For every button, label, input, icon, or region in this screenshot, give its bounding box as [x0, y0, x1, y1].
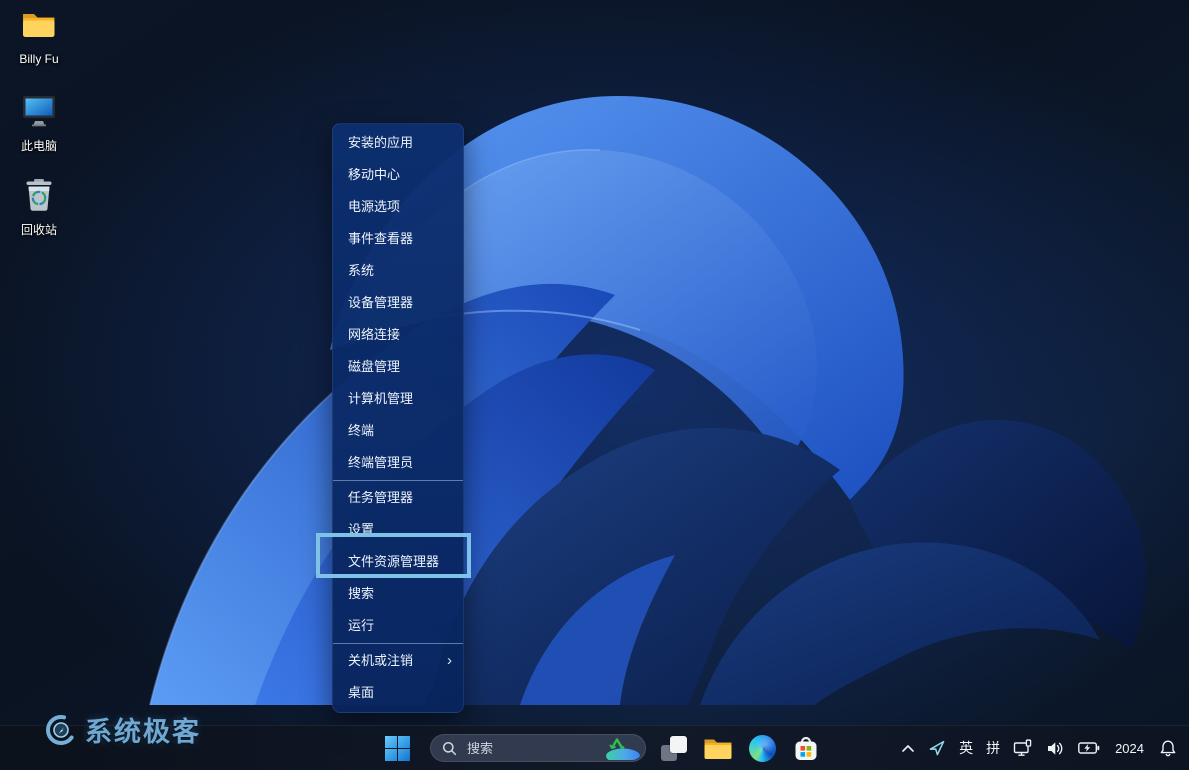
menu-item-network-connections[interactable]: 网络连接 — [333, 319, 463, 351]
taskbar-clock[interactable]: 2024 — [1113, 741, 1146, 756]
folder-icon — [20, 8, 58, 44]
menu-item-settings[interactable]: 设置 — [333, 514, 463, 546]
menu-item-terminal[interactable]: 终端 — [333, 415, 463, 447]
desktop-icon-recycle-bin[interactable]: 回收站 — [6, 177, 72, 238]
location-in-use-icon[interactable] — [928, 739, 946, 757]
menu-separator — [333, 480, 463, 481]
ime-language-indicator[interactable]: 英 — [959, 738, 973, 758]
menu-item-shutdown-signout[interactable]: 关机或注销 › — [333, 645, 463, 677]
chevron-right-icon: › — [447, 645, 452, 677]
menu-item-terminal-admin[interactable]: 终端管理员 — [333, 447, 463, 479]
store-icon — [793, 735, 819, 762]
ime-mode-indicator[interactable]: 拼 — [986, 738, 1000, 758]
menu-item-run[interactable]: 运行 — [333, 610, 463, 642]
search-box[interactable] — [430, 734, 646, 762]
desktop-icon-label: 此电脑 — [6, 137, 72, 154]
desktop-wallpaper — [0, 0, 1189, 770]
menu-item-file-explorer[interactable]: 文件资源管理器 — [333, 546, 463, 578]
network-display-icon[interactable] — [1013, 739, 1033, 757]
windows-logo-icon — [385, 736, 410, 761]
battery-charging-icon[interactable] — [1078, 741, 1100, 755]
winx-quick-link-menu: 安装的应用 移动中心 电源选项 事件查看器 系统 设备管理器 网络连接 磁盘管理… — [332, 123, 464, 713]
menu-item-power-options[interactable]: 电源选项 — [333, 191, 463, 223]
edge-icon — [749, 735, 776, 762]
menu-separator — [333, 643, 463, 644]
watermark-text: 系统极客 — [85, 710, 201, 749]
desktop-icon-label: 回收站 — [6, 221, 72, 238]
search-icon — [442, 741, 457, 756]
task-view-button[interactable] — [658, 732, 690, 764]
notification-bell-icon[interactable] — [1159, 739, 1177, 758]
watermark-logo-icon — [44, 713, 78, 747]
watermark: 系统极客 — [44, 710, 201, 749]
menu-item-installed-apps[interactable]: 安装的应用 — [333, 127, 463, 159]
volume-icon[interactable] — [1046, 740, 1065, 757]
microsoft-store-button[interactable] — [790, 732, 822, 764]
menu-item-label: 关机或注销 — [348, 653, 413, 668]
menu-item-disk-management[interactable]: 磁盘管理 — [333, 351, 463, 383]
menu-item-event-viewer[interactable]: 事件查看器 — [333, 223, 463, 255]
folder-icon — [703, 736, 733, 761]
search-highlight-recycle-earth-icon — [596, 736, 642, 760]
this-pc-icon — [20, 93, 58, 129]
desktop-icon-label: Billy Fu — [6, 52, 72, 66]
recycle-bin-icon — [22, 177, 56, 213]
system-tray: 英 拼 2024 — [901, 726, 1177, 770]
menu-item-desktop[interactable]: 桌面 — [333, 677, 463, 709]
desktop-icon-this-pc[interactable]: 此电脑 — [6, 93, 72, 154]
start-button[interactable] — [381, 732, 413, 764]
desktop-icon-billy-fu[interactable]: Billy Fu — [6, 8, 72, 66]
edge-button[interactable] — [746, 732, 778, 764]
search-input[interactable] — [465, 740, 596, 757]
file-explorer-button[interactable] — [702, 732, 734, 764]
menu-item-mobility-center[interactable]: 移动中心 — [333, 159, 463, 191]
menu-item-task-manager[interactable]: 任务管理器 — [333, 482, 463, 514]
menu-item-search[interactable]: 搜索 — [333, 578, 463, 610]
hidden-icons-chevron-icon[interactable] — [901, 744, 915, 753]
menu-item-system[interactable]: 系统 — [333, 255, 463, 287]
taskbar-center-group — [381, 726, 822, 770]
menu-item-computer-management[interactable]: 计算机管理 — [333, 383, 463, 415]
menu-item-device-manager[interactable]: 设备管理器 — [333, 287, 463, 319]
task-view-icon — [661, 735, 687, 761]
